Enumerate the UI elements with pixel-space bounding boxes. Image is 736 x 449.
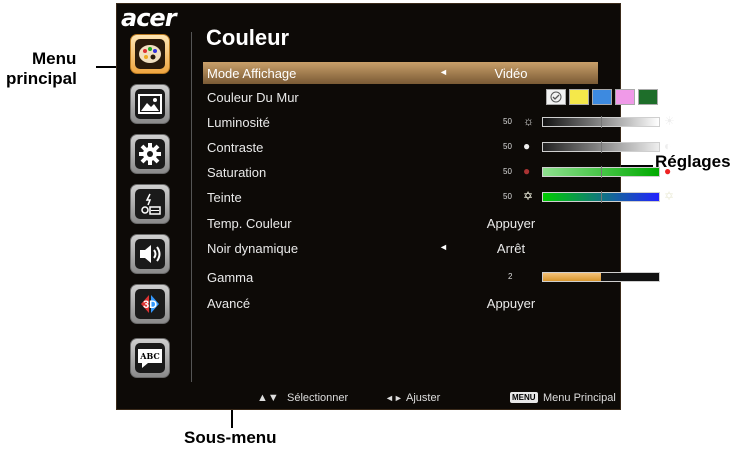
selected-check-icon xyxy=(550,91,562,103)
gamma-slider[interactable] xyxy=(542,272,660,282)
contrast-high-icon: ◐ xyxy=(664,139,672,153)
sidebar-divider xyxy=(191,32,192,382)
row-value: Vidéo xyxy=(494,66,528,81)
right-arrow-icon[interactable]: ► xyxy=(668,242,677,252)
tint-low-icon: ✡ xyxy=(523,189,534,203)
row-label: Avancé xyxy=(207,296,251,311)
saturation-high-icon: ● xyxy=(664,164,672,178)
speaker-icon xyxy=(135,239,165,269)
swatch-blue[interactable] xyxy=(592,89,612,105)
row-label: Saturation xyxy=(207,165,267,180)
row-label: Noir dynamique xyxy=(207,241,299,256)
audio-menu-button[interactable] xyxy=(130,234,170,274)
row-gamma[interactable]: Gamma 2 xyxy=(203,266,660,288)
select-hint: Sélectionner xyxy=(287,392,349,404)
page-title: Couleur xyxy=(206,25,290,50)
swatch-pink[interactable] xyxy=(615,89,635,105)
tint-slider[interactable] xyxy=(542,191,660,203)
row-value: Arrêt xyxy=(496,241,526,256)
palette-icon xyxy=(135,39,165,69)
row-label: Couleur Du Mur xyxy=(207,90,299,105)
row-tint[interactable]: Teinte 50 ✡ ✡ xyxy=(203,186,674,208)
projector-icon xyxy=(135,189,165,219)
contrast-slider[interactable] xyxy=(542,141,660,153)
gear-icon xyxy=(135,139,165,169)
row-label: Temp. Couleur xyxy=(207,216,292,231)
contrast-low-icon: ● xyxy=(523,139,531,153)
image-menu-button[interactable] xyxy=(130,84,170,124)
row-value: Appuyer xyxy=(486,296,536,311)
row-wall-color[interactable]: Couleur Du Mur xyxy=(203,86,658,108)
settings-menu-button[interactable] xyxy=(130,134,170,174)
row-label: Teinte xyxy=(207,190,242,205)
acer-logo: acer xyxy=(121,4,177,32)
image-icon xyxy=(135,89,165,119)
level-value: 50 xyxy=(503,192,512,201)
tint-high-icon: ✡ xyxy=(664,189,675,203)
right-arrow-icon[interactable]: ► xyxy=(668,297,677,307)
saturation-slider[interactable] xyxy=(542,166,660,178)
row-label: Luminosité xyxy=(207,115,270,130)
right-arrow-icon[interactable]: ► xyxy=(668,67,677,77)
row-dynamic-black[interactable]: Noir dynamique ◄ Arrêt ► xyxy=(203,237,677,259)
row-label: Contraste xyxy=(207,140,264,155)
subtitle-abc-icon: ABC xyxy=(135,343,165,373)
brightness-low-icon: ☼ xyxy=(523,114,534,128)
adjust-hint: Ajuster xyxy=(406,392,441,404)
row-saturation[interactable]: Saturation 50 ● ● xyxy=(203,161,671,183)
level-value: 50 xyxy=(503,167,512,176)
swatch-white[interactable] xyxy=(546,89,566,105)
callout-main-menu-line1: Menu xyxy=(32,49,77,68)
row-value: Appuyer xyxy=(486,216,536,231)
brightness-slider[interactable] xyxy=(542,116,660,128)
level-value: 2 xyxy=(508,272,513,281)
saturation-low-icon: ● xyxy=(523,164,531,178)
swatch-yellow[interactable] xyxy=(569,89,589,105)
row-label: Mode Affichage xyxy=(207,66,297,81)
menu-key-badge: MENU xyxy=(510,392,538,403)
row-brightness[interactable]: Luminosité 50 ☼ ☀ xyxy=(203,111,675,133)
row-display-mode[interactable]: Mode Affichage ◄ Vidéo ► xyxy=(203,62,677,84)
callout-main-menu-line2: principal xyxy=(6,69,77,88)
right-arrow-icon[interactable]: ► xyxy=(668,217,677,227)
row-contrast[interactable]: Contraste 50 ● ◐ xyxy=(203,136,671,158)
main-menu-hint: Menu Principal xyxy=(543,392,616,404)
row-color-temp[interactable]: Temp. Couleur Appuyer ► xyxy=(203,212,677,234)
color-menu-button[interactable] xyxy=(130,34,170,74)
adjust-keys-icon: ◄► xyxy=(385,393,403,403)
callout-submenu-label: Sous-menu xyxy=(184,428,277,447)
callout-submenu: Sous-menu xyxy=(184,428,277,448)
management-menu-button[interactable] xyxy=(130,184,170,224)
row-label: Gamma xyxy=(207,270,254,285)
3d-menu-button[interactable]: 3D xyxy=(130,284,170,324)
select-keys-icon: ▲▼ xyxy=(257,392,279,404)
svg-text:ABC: ABC xyxy=(139,351,159,361)
gamma-fill xyxy=(543,273,601,281)
level-value: 50 xyxy=(503,117,512,126)
callout-main-menu-2: principal xyxy=(6,69,77,89)
row-advanced[interactable]: Avancé Appuyer ► xyxy=(203,292,677,314)
svg-text:3D: 3D xyxy=(143,299,157,311)
brightness-high-icon: ☀ xyxy=(664,114,675,128)
language-menu-button[interactable]: ABC xyxy=(130,338,170,378)
swatch-green[interactable] xyxy=(638,89,658,105)
callout-main-menu: Menu xyxy=(32,49,76,69)
level-value: 50 xyxy=(503,142,512,151)
3d-icon: 3D xyxy=(135,289,165,319)
osd-panel: acer 3D ABC Couleur Mode Affichage ◄ Vid… xyxy=(116,3,677,410)
wall-color-swatches xyxy=(546,89,658,105)
